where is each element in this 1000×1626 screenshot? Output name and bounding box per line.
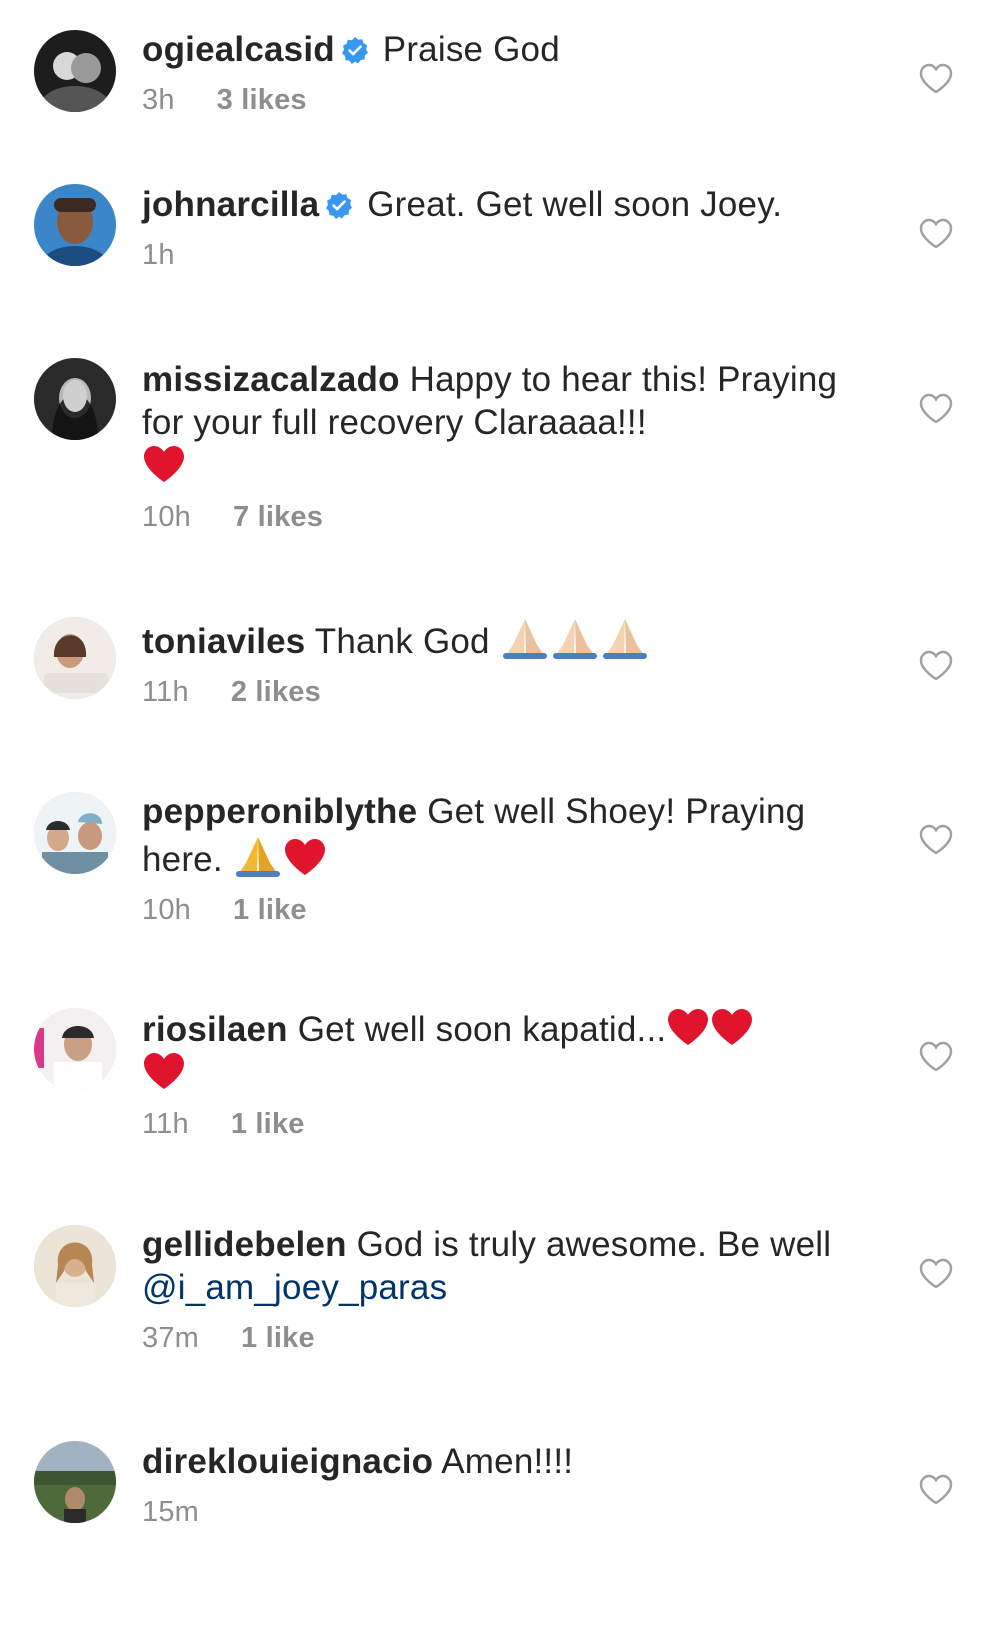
comment-meta: 10h 1 like <box>142 893 862 927</box>
comment-likes[interactable]: 3 likes <box>217 84 307 116</box>
red-heart-emoji <box>668 1009 709 1045</box>
comment-meta: 10h 7 likes <box>142 500 862 534</box>
comment-likes[interactable]: 1 like <box>241 1322 315 1354</box>
comment-time[interactable]: 3h <box>142 84 175 116</box>
comment-time[interactable]: 1h <box>142 239 175 271</box>
comment-username[interactable]: toniaviles <box>142 622 305 661</box>
comment-username[interactable]: direklouieignacio <box>142 1442 433 1481</box>
comment-meta: 11h 2 likes <box>142 675 862 709</box>
heart-outline-icon[interactable] <box>918 392 954 424</box>
comment-time[interactable]: 11h <box>142 676 189 708</box>
comment-text: Amen!!!! <box>441 1442 574 1481</box>
comment-likes[interactable]: 1 like <box>233 894 307 926</box>
mention-link[interactable]: @i_am_joey_paras <box>142 1268 447 1307</box>
comment-meta: 37m 1 like <box>142 1321 862 1355</box>
comment-meta: 11h 1 like <box>142 1107 862 1141</box>
comment-time[interactable]: 11h <box>142 1108 189 1140</box>
red-heart-emoji <box>712 1009 753 1045</box>
comment-text: Thank God <box>314 622 490 661</box>
comment-body: direklouieignacio Amen!!!! 15m <box>142 1440 862 1529</box>
folded-hands-emoji <box>502 619 547 659</box>
heart-outline-icon[interactable] <box>918 1257 954 1289</box>
heart-outline-icon[interactable] <box>918 1040 954 1072</box>
comment-meta: 15m <box>142 1495 862 1529</box>
comment-text: God is truly awesome. Be well <box>356 1225 832 1264</box>
folded-hands-emoji <box>602 619 647 659</box>
comment-username[interactable]: johnarcilla <box>142 185 319 224</box>
verified-badge-icon <box>341 37 368 64</box>
comment-meta: 3h 3 likes <box>142 83 862 117</box>
heart-outline-icon[interactable] <box>918 823 954 855</box>
comment-meta: 1h <box>142 238 862 272</box>
comment-text: Great. Get well soon Joey. <box>367 185 783 224</box>
avatar[interactable] <box>34 1225 116 1307</box>
comment-body: ogiealcasid Praise God 3h 3 likes <box>142 28 862 117</box>
folded-hands-emoji <box>552 619 597 659</box>
heart-outline-icon[interactable] <box>918 1473 954 1505</box>
comment-likes[interactable]: 2 likes <box>231 676 321 708</box>
heart-outline-icon[interactable] <box>918 62 954 94</box>
comment-likes[interactable]: 1 like <box>231 1108 305 1140</box>
avatar[interactable] <box>34 30 116 112</box>
comment-username[interactable]: riosilaen <box>142 1010 288 1049</box>
avatar[interactable] <box>34 358 116 440</box>
red-heart-emoji <box>284 839 325 875</box>
comment-time[interactable]: 10h <box>142 501 191 533</box>
comment-body: johnarcilla Great. Get well soon Joey. 1… <box>142 183 862 272</box>
avatar[interactable] <box>34 1441 116 1523</box>
comment-time[interactable]: 37m <box>142 1322 199 1354</box>
avatar[interactable] <box>34 184 116 266</box>
comment-username[interactable]: pepperoniblythe <box>142 792 417 831</box>
comment-username[interactable]: missizacalzado <box>142 360 400 399</box>
comment-body: missizacalzado Happy to hear this! Prayi… <box>142 358 862 534</box>
verified-badge-icon <box>326 192 353 219</box>
comment-username[interactable]: gellidebelen <box>142 1225 347 1264</box>
comment-likes[interactable]: 7 likes <box>233 501 323 533</box>
red-heart-emoji <box>144 1053 184 1089</box>
heart-outline-icon[interactable] <box>918 217 954 249</box>
avatar[interactable] <box>34 792 116 874</box>
comment-body: gellidebelen God is truly awesome. Be we… <box>142 1223 862 1355</box>
avatar[interactable] <box>34 617 116 699</box>
comments-list: ogiealcasid Praise God 3h 3 likes johnarc… <box>0 0 1000 1626</box>
comment-body: riosilaen Get well soon kapatid... 11h 1 … <box>142 1007 862 1141</box>
comment-text: Praise God <box>382 30 560 69</box>
heart-outline-icon[interactable] <box>918 649 954 681</box>
folded-hands-emoji <box>235 837 280 877</box>
comment-username[interactable]: ogiealcasid <box>142 30 335 69</box>
comment-text: Get well soon kapatid... <box>297 1010 667 1049</box>
avatar[interactable] <box>34 1008 116 1090</box>
comment-time[interactable]: 15m <box>142 1496 199 1528</box>
comment-body: pepperoniblythe Get well Shoey! Praying … <box>142 790 862 927</box>
comment-time[interactable]: 10h <box>142 894 191 926</box>
comment-body: toniaviles Thank God 11h 2 likes <box>142 615 862 709</box>
red-heart-emoji <box>144 446 184 482</box>
